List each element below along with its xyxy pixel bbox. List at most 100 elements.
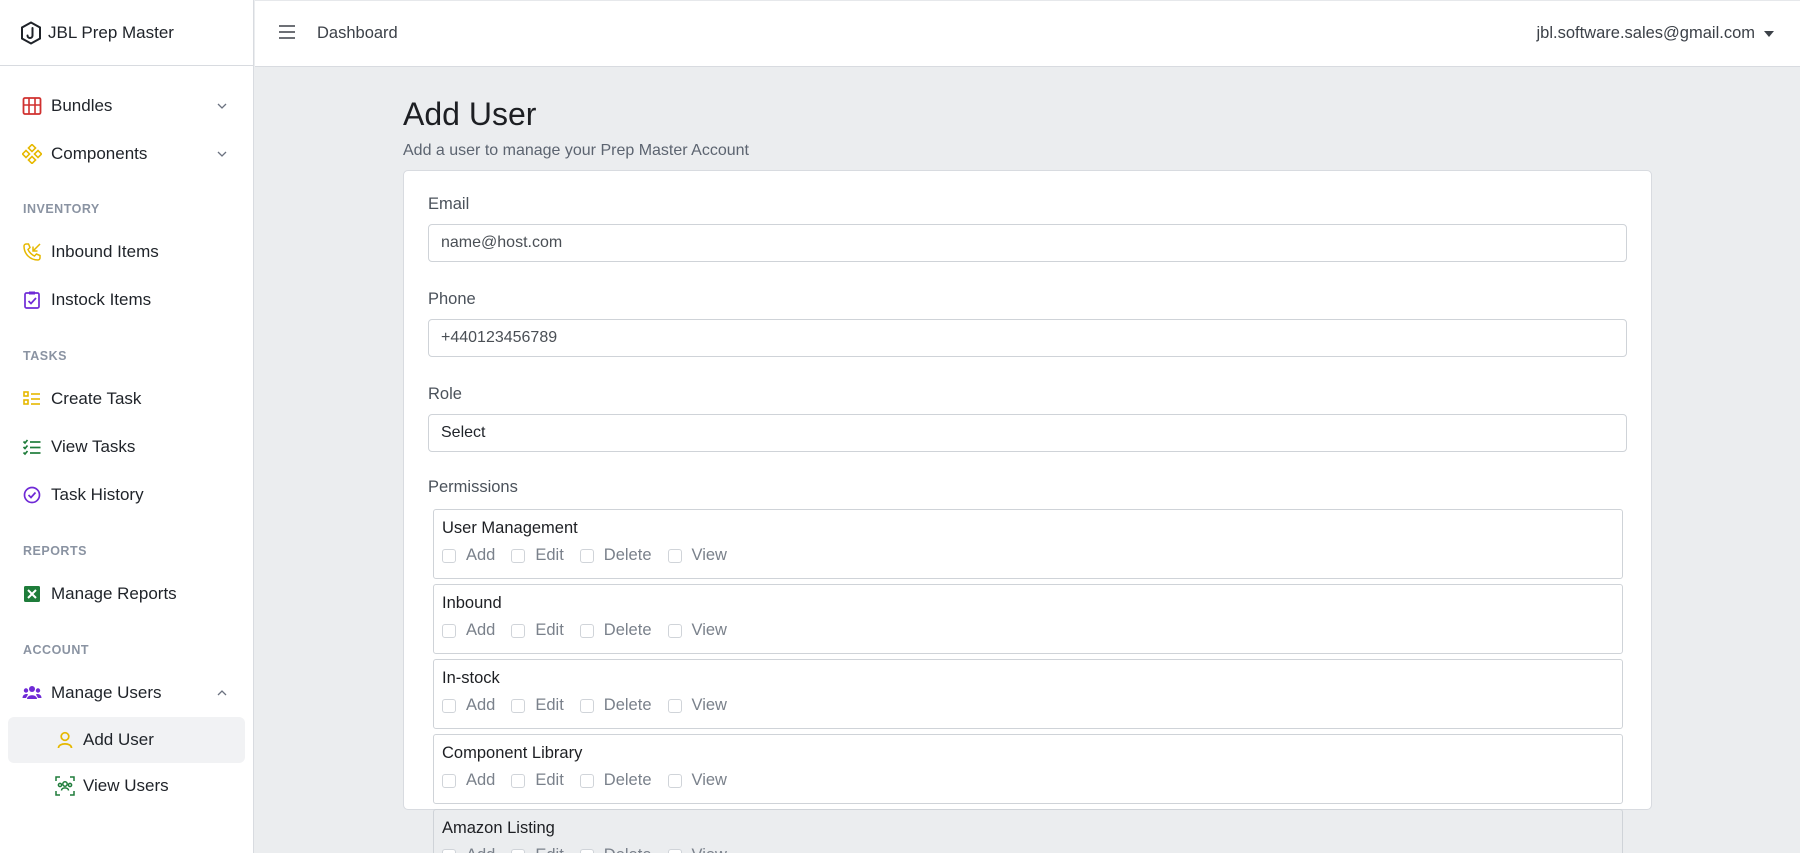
inbound-icon [22, 242, 42, 262]
checkbox[interactable] [511, 698, 526, 713]
permission-view-checkbox[interactable]: View [667, 546, 727, 565]
permission-edit-checkbox[interactable]: Edit [511, 621, 564, 640]
checkbox[interactable] [667, 773, 682, 788]
nav-section-title: INVENTORY [23, 202, 100, 216]
checkbox[interactable] [511, 548, 526, 563]
permission-group-title: Inbound [442, 594, 502, 612]
instock-icon [22, 290, 42, 310]
checkbox[interactable] [442, 848, 456, 853]
checkbox[interactable] [442, 773, 456, 788]
checkbox[interactable] [667, 848, 682, 853]
phone-label: Phone [428, 290, 476, 308]
hamburger-menu-icon[interactable] [278, 24, 296, 40]
chevron-up-icon [217, 690, 227, 696]
sidebar-item-instock-items[interactable]: Instock Items [0, 276, 253, 324]
user-email: jbl.software.sales@gmail.com [1536, 24, 1756, 42]
page-subtitle: Add a user to manage your Prep Master Ac… [403, 142, 749, 159]
permission-add-checkbox[interactable]: Add [442, 546, 495, 565]
permission-delete-checkbox[interactable]: Delete [579, 846, 652, 853]
option-label: Edit [535, 696, 564, 714]
permission-edit-checkbox[interactable]: Edit [511, 546, 564, 565]
permission-view-checkbox[interactable]: View [667, 846, 727, 853]
breadcrumb[interactable]: Dashboard [317, 24, 398, 43]
sidebar-item-view-tasks[interactable]: View Tasks [0, 423, 253, 471]
checkbox[interactable] [442, 698, 456, 713]
main-content: Add User Add a user to manage your Prep … [403, 90, 1652, 853]
checkbox[interactable] [511, 623, 526, 638]
checkbox[interactable] [667, 548, 682, 563]
permission-view-checkbox[interactable]: View [667, 621, 727, 640]
permission-add-checkbox[interactable]: Add [442, 621, 495, 640]
components-icon [22, 144, 42, 164]
users-icon [22, 683, 42, 703]
permission-edit-checkbox[interactable]: Edit [511, 846, 564, 853]
permission-delete-checkbox[interactable]: Delete [579, 696, 652, 715]
checkbox[interactable] [579, 623, 594, 638]
email-field[interactable]: name@host.com [428, 224, 1627, 262]
sidebar-item-add-user[interactable]: Add User [8, 717, 245, 763]
permission-delete-checkbox[interactable]: Delete [579, 546, 652, 565]
sidebar-item-create-task[interactable]: Create Task [0, 375, 253, 423]
bundles-icon [22, 96, 42, 116]
checkbox[interactable] [667, 623, 682, 638]
option-label: Add [466, 846, 495, 853]
user-menu[interactable]: jbl.software.sales@gmail.com [1536, 24, 1774, 43]
caret-down-icon [1764, 30, 1774, 37]
permission-edit-checkbox[interactable]: Edit [511, 771, 564, 790]
nav-section-title: ACCOUNT [23, 643, 89, 657]
phone-placeholder: +440123456789 [441, 329, 558, 346]
checkbox[interactable] [667, 698, 682, 713]
option-label: Edit [535, 846, 563, 853]
top-header: Dashboard jbl.software.sales@gmail.com [255, 0, 1800, 67]
permission-view-checkbox[interactable]: View [667, 771, 727, 790]
sidebar-item-inbound-items[interactable]: Inbound Items [0, 228, 253, 276]
user-icon [55, 730, 75, 750]
option-label: Delete [603, 621, 652, 639]
sidebar-nav: Bundles Components INVENTORY Inbound Ite… [0, 66, 253, 809]
permission-delete-checkbox[interactable]: Delete [579, 771, 652, 790]
permission-group-amazon-listing: Amazon Listing Add Edit Delete View [433, 809, 1623, 853]
sidebar-item-label: Components [51, 144, 148, 163]
sidebar-item-bundles[interactable]: Bundles [0, 82, 253, 130]
role-label: Role [428, 385, 462, 403]
add-user-form-card: Email name@host.com Phone +440123456789 … [403, 170, 1652, 853]
option-label: Edit [535, 621, 564, 639]
permission-add-checkbox[interactable]: Add [442, 846, 495, 853]
permission-delete-checkbox[interactable]: Delete [579, 621, 652, 640]
checkbox[interactable] [442, 623, 456, 638]
option-label: View [691, 771, 727, 789]
permission-group-title: User Management [442, 519, 578, 537]
checkbox[interactable] [579, 548, 594, 563]
sidebar-item-label: Manage Reports [51, 584, 177, 603]
sidebar-item-view-users[interactable]: View Users [0, 763, 253, 809]
role-select[interactable]: Select [428, 414, 1627, 452]
permission-add-checkbox[interactable]: Add [442, 771, 495, 790]
permission-add-checkbox[interactable]: Add [442, 696, 495, 715]
option-label: View [691, 621, 727, 639]
chevron-down-icon [217, 151, 227, 157]
nav-section-title: TASKS [23, 349, 67, 363]
permission-group-component-library: Component Library Add Edit Delete View [433, 734, 1623, 804]
checkbox[interactable] [579, 698, 594, 713]
checkbox[interactable] [511, 848, 526, 853]
brand[interactable]: JBL Prep Master [0, 0, 253, 66]
brand-name: JBL Prep Master [48, 22, 174, 42]
permission-view-checkbox[interactable]: View [667, 696, 727, 715]
checkbox[interactable] [442, 548, 456, 563]
option-label: Add [466, 771, 496, 789]
checkbox[interactable] [511, 773, 526, 788]
sidebar-item-manage-users[interactable]: Manage Users [0, 669, 253, 717]
sidebar-item-label: Inbound Items [51, 242, 159, 261]
sidebar-item-task-history[interactable]: Task History [0, 471, 253, 519]
permission-group-title: Amazon Listing [442, 819, 555, 837]
sidebar-item-label: Manage Users [51, 683, 162, 702]
checkbox[interactable] [579, 848, 594, 853]
phone-field[interactable]: +440123456789 [428, 319, 1627, 357]
sidebar-item-components[interactable]: Components [0, 130, 253, 178]
permission-group-inbound: Inbound Add Edit Delete View [433, 584, 1623, 654]
page-title: Add User [403, 96, 537, 132]
sidebar: JBL Prep Master Bundles Components INVEN… [0, 0, 254, 853]
permission-edit-checkbox[interactable]: Edit [511, 696, 564, 715]
sidebar-item-manage-reports[interactable]: Manage Reports [0, 570, 253, 618]
checkbox[interactable] [579, 773, 594, 788]
